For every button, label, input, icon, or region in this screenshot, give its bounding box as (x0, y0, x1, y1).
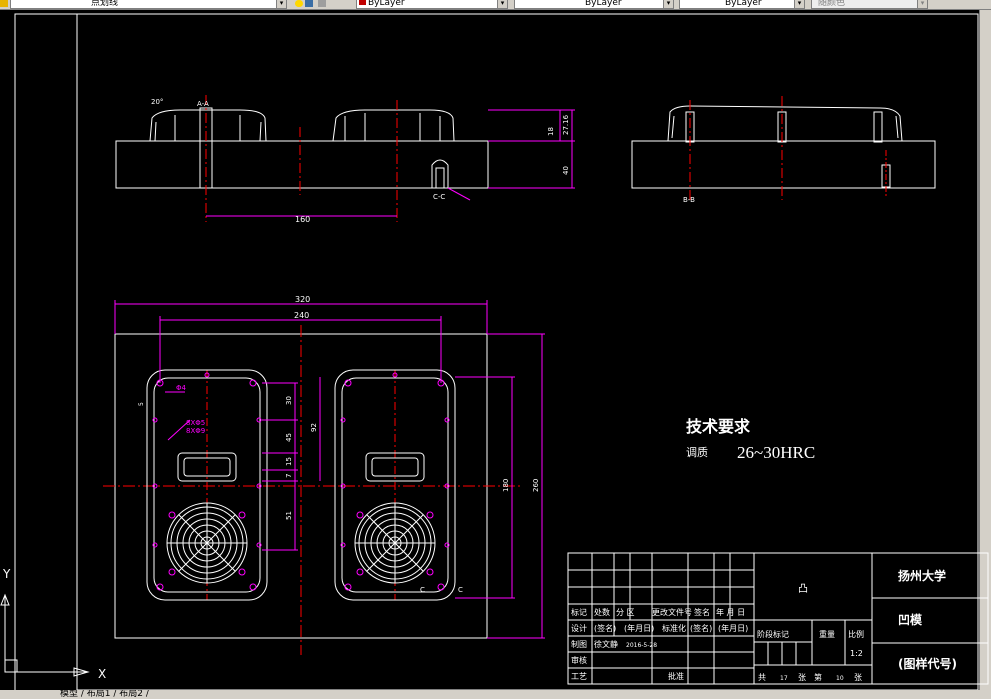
standard-sign: (签名) (690, 623, 712, 633)
section-cc-label: C-C (433, 193, 445, 201)
linetype-dropdown[interactable]: 点划线 ▾ (10, 0, 287, 9)
plan-view: 320 240 180 260 92 30 45 15 7 51 Φ4 8XΦ5 (103, 295, 545, 655)
angle-label: 20° (151, 98, 163, 106)
lineweight-dropdown[interactable]: ByLayer ▾ (679, 0, 805, 9)
header-mark: 标记 (571, 607, 587, 617)
layer-state-icon[interactable] (0, 0, 8, 7)
dim-40-label: 40 (562, 166, 570, 175)
properties-toolbar: 点划线 ▾ ByLayer ▾ ByLayer ▾ ByLayer ▾ 随颜色 … (0, 0, 991, 10)
dim-phi4-label: Φ4 (176, 384, 187, 392)
standard-label: 标准化 (662, 623, 686, 633)
design-label: 设计 (571, 623, 587, 633)
dim-92-label: 92 (310, 423, 318, 432)
dim-phi9-label: 8XΦ9 (186, 427, 205, 435)
tech-item-label: 调质 (686, 446, 708, 459)
sheet-no-value: 10 (836, 675, 844, 682)
university-name: 扬州大学 (898, 568, 946, 583)
dim-45-label: 45 (285, 433, 293, 442)
outer-border (14, 13, 979, 695)
weight-label: 重量 (819, 629, 835, 639)
side-section-view: B-B (631, 96, 936, 204)
layer-match-icon[interactable] (305, 0, 313, 7)
review-label: 审核 (571, 655, 587, 665)
dim-2716-label: 27.16 (562, 114, 570, 135)
tech-requirements-title: 技术要求 (686, 417, 751, 436)
plotstyle-dropdown-value: 随颜色 (818, 0, 846, 8)
stage-label: 阶段标记 (757, 629, 789, 639)
layout-tabs-bar[interactable]: 模型 / 布局1 / 布局2 / (0, 690, 991, 699)
axis-x-label: X (98, 667, 106, 681)
tech-item-value: 26~30HRC (737, 443, 815, 462)
design-date: (年月日) (624, 623, 654, 633)
drawing-name: 凹模 (898, 612, 923, 627)
drawn-date: 2016-5-28 (626, 642, 657, 649)
chevron-down-icon[interactable]: ▾ (497, 0, 507, 8)
header-change-doc: 更改文件号 (652, 607, 692, 617)
dim-240-label: 240 (294, 311, 309, 320)
dim-7-label: 7 (285, 474, 293, 478)
axis-y-label: Y (2, 567, 11, 581)
design-sign: (签名) (594, 623, 616, 633)
scale-value: 1:2 (850, 649, 863, 658)
sheets-unit: 张 (798, 673, 806, 682)
cc-mark-label-2: C (458, 586, 463, 594)
ucs-icon (0, 593, 90, 677)
dim-51-label: 51 (285, 511, 293, 520)
linetype-dropdown-value: 点划线 (91, 0, 119, 8)
cc-mark-label: C (420, 586, 425, 594)
dim-15-label: 15 (285, 457, 293, 466)
drawn-label: 制图 (571, 639, 587, 649)
dim-260-label: 260 (532, 479, 540, 492)
sheet-no-label: 第 (814, 672, 822, 682)
dim-phi8-label: 8XΦ5 (186, 419, 205, 427)
lineweight-dropdown-value: ByLayer (725, 0, 762, 8)
chevron-down-icon[interactable]: ▾ (794, 0, 804, 8)
sheets-total-value: 17 (780, 675, 788, 682)
section-aa-label: A-A (197, 100, 209, 108)
header-date: 年 月 日 (716, 607, 745, 617)
header-sign: 签名 (694, 607, 710, 617)
front-section-view: 160 18 27.16 40 A-A 20° C-C (115, 95, 575, 224)
drawing-code: (图样代号) (898, 656, 957, 671)
process-label: 工艺 (571, 672, 587, 681)
standard-date: (年月日) (718, 623, 748, 633)
drawing-canvas[interactable]: 160 18 27.16 40 A-A 20° C-C B-B 320 240 … (0, 10, 991, 699)
chevron-down-icon[interactable]: ▾ (917, 0, 927, 8)
header-count: 处数 (594, 607, 610, 617)
sheet-unit2: 张 (854, 673, 862, 682)
dim-180-label: 180 (502, 479, 510, 492)
color-dropdown-value: ByLayer (368, 0, 405, 8)
part-name: 凸 (798, 583, 808, 595)
layer-tool-icon[interactable] (318, 0, 326, 7)
plotstyle-dropdown[interactable]: 随颜色 ▾ (811, 0, 928, 9)
layer-previous-icon[interactable] (295, 0, 303, 7)
sheets-total-label: 共 (758, 673, 766, 682)
header-zone: 分 区 (616, 608, 635, 617)
linetype2-dropdown[interactable]: ByLayer ▾ (514, 0, 674, 9)
chevron-down-icon[interactable]: ▾ (663, 0, 673, 8)
drawn-name: 徐文静 (594, 639, 618, 649)
section-bb-label: B-B (683, 196, 695, 204)
ratio-label: 比例 (848, 629, 864, 639)
color-dropdown[interactable]: ByLayer ▾ (356, 0, 508, 9)
approve-label: 批准 (668, 671, 684, 681)
dim-320-label: 320 (295, 295, 310, 304)
linetype2-dropdown-value: ByLayer (585, 0, 622, 8)
layout-tabs-text[interactable]: 模型 / 布局1 / 布局2 / (0, 690, 149, 699)
dim-30-label: 30 (285, 396, 293, 405)
dim-5-label: 5 (138, 402, 145, 406)
dim-18-label: 18 (547, 127, 555, 136)
dim-160-label: 160 (295, 215, 310, 224)
color-swatch-icon (359, 0, 366, 5)
chevron-down-icon[interactable]: ▾ (276, 0, 286, 8)
